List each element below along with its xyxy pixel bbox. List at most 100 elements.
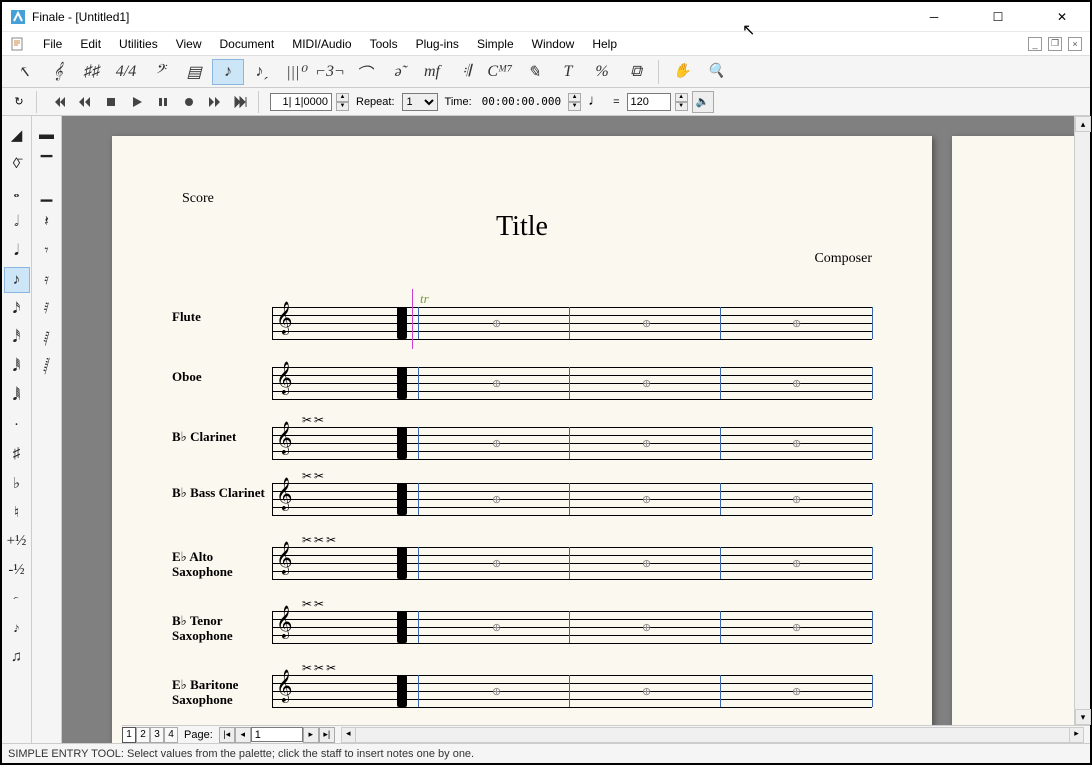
page-number-input[interactable] xyxy=(251,727,303,742)
score-page-2[interactable]: Fl.Ob.Cl.B. ClA. SaT. SaB. Sa xyxy=(952,136,1090,743)
clef-tool[interactable]: 𝄢 xyxy=(144,59,176,85)
note-cluster[interactable] xyxy=(397,675,407,707)
first-page-button[interactable]: |◂ xyxy=(219,727,235,743)
measure-tool[interactable]: ▤ xyxy=(178,59,210,85)
rewind-button[interactable] xyxy=(74,91,96,113)
tie-tool[interactable]: 𝆣 xyxy=(4,586,30,612)
rewind-start-button[interactable] xyxy=(48,91,70,113)
note-cluster[interactable] xyxy=(397,307,407,339)
dot-tool[interactable]: · xyxy=(4,412,30,438)
counter-down-button[interactable]: ▼ xyxy=(336,102,349,111)
score-canvas[interactable]: Score Title Composer Flute𝄞⊕⊕⊕trOboe𝄞⊕⊕⊕… xyxy=(62,116,1090,743)
staff-flute[interactable]: Flute𝄞⊕⊕⊕tr xyxy=(172,301,872,361)
thirtysecond-rest-tool[interactable]: 𝅀 xyxy=(34,296,60,322)
simple-entry-tool[interactable]: ♪ xyxy=(212,59,244,85)
staff-b--clarinet[interactable]: B♭ Clarinet𝄞✂✂⊕⊕⊕ xyxy=(172,421,872,477)
whole-rest-tool[interactable]: ▔ xyxy=(34,151,60,177)
selection-tool[interactable]: ↖ xyxy=(8,59,40,85)
tempo-down-button[interactable]: ▼ xyxy=(675,102,688,111)
menu-file[interactable]: File xyxy=(34,34,71,54)
repeat-select[interactable]: 1 xyxy=(402,93,438,111)
thirtysecond-note-tool[interactable]: 𝅘𝅥𝅰 xyxy=(4,325,30,351)
smartshape-tool[interactable]: ⌒ xyxy=(348,59,380,85)
sixteenth-note-tool[interactable]: 𝅘𝅥𝅯 xyxy=(4,296,30,322)
note-cluster[interactable] xyxy=(397,427,407,459)
half-note-tool[interactable]: 𝅗𝅥 xyxy=(4,209,30,235)
time-down-button[interactable]: ▼ xyxy=(568,102,581,111)
stop-button[interactable] xyxy=(100,91,122,113)
half-sharp-tool[interactable]: +½ xyxy=(4,528,30,554)
layout-tab-4[interactable]: 4 xyxy=(164,727,178,743)
tempo-up-button[interactable]: ▲ xyxy=(675,93,688,102)
quarter-rest-tool[interactable]: 𝄽 xyxy=(34,209,60,235)
menu-plugins[interactable]: Plug-ins xyxy=(407,34,468,54)
menu-help[interactable]: Help xyxy=(583,34,626,54)
eighth-note-tool[interactable]: ♪ xyxy=(4,267,30,293)
staff-e--alto-saxophone[interactable]: E♭ Alto Saxophone𝄞✂✂✂⊕⊕⊕ xyxy=(172,541,872,605)
measure-counter-input[interactable] xyxy=(270,93,332,111)
lyrics-tool[interactable]: ✎ xyxy=(518,59,550,85)
natural-tool[interactable]: ♮ xyxy=(4,499,30,525)
half-rest-tool[interactable]: ▁ xyxy=(34,180,60,206)
record-button[interactable] xyxy=(178,91,200,113)
mdi-restore-button[interactable]: ❐ xyxy=(1048,37,1062,51)
menu-tools[interactable]: Tools xyxy=(361,34,407,54)
sharp-tool[interactable]: ♯ xyxy=(4,441,30,467)
layout-tab-1[interactable]: 1 xyxy=(122,727,136,743)
zoom-tool[interactable]: 🔍 xyxy=(700,59,732,85)
hand-grabber-tool[interactable]: ✋ xyxy=(666,59,698,85)
note-cluster[interactable] xyxy=(397,547,407,579)
audio-speaker-button[interactable]: 🔈 xyxy=(692,91,714,113)
staff-e--baritone-saxophone[interactable]: E♭ Baritone Saxophone𝄞✂✂✂⊕⊕⊕ xyxy=(172,669,872,733)
menu-midiaudio[interactable]: MIDI/Audio xyxy=(283,34,360,54)
hyperscribe-tool[interactable]: |||⁰ xyxy=(280,59,312,85)
quarter-note-tool[interactable]: 𝅘𝅥 xyxy=(4,238,30,264)
last-page-button[interactable]: ▸| xyxy=(319,727,335,743)
breve-rest-tool[interactable]: ▬ xyxy=(34,122,60,148)
key-sig-tool[interactable]: ♯♯ xyxy=(76,59,108,85)
resize-tool[interactable]: % xyxy=(586,59,618,85)
sixtyfourth-note-tool[interactable]: 𝅘𝅥𝅱 xyxy=(4,354,30,380)
staff-oboe[interactable]: Oboe𝄞⊕⊕⊕ xyxy=(172,361,872,421)
sixteenth-rest-tool[interactable]: 𝄿 xyxy=(34,267,60,293)
time-up-button[interactable]: ▲ xyxy=(568,93,581,102)
play-button[interactable] xyxy=(126,91,148,113)
forward-button[interactable] xyxy=(204,91,226,113)
score-composer[interactable]: Composer xyxy=(814,251,872,267)
menu-window[interactable]: Window xyxy=(523,34,584,54)
onetwentyeighth-note-tool[interactable]: 𝅘𝅥𝅲 xyxy=(4,383,30,409)
score-title[interactable]: Title xyxy=(112,211,932,243)
note-cluster[interactable] xyxy=(397,367,407,399)
menu-view[interactable]: View xyxy=(167,34,211,54)
text-tool[interactable]: T xyxy=(552,59,584,85)
trill-marking[interactable]: tr xyxy=(420,291,429,307)
menu-document[interactable]: Document xyxy=(211,34,284,54)
onetwentyeighth-rest-tool[interactable]: 𝅂 xyxy=(34,354,60,380)
horizontal-scrollbar[interactable]: ◂ ▸ xyxy=(341,727,1084,743)
note-cluster[interactable] xyxy=(397,611,407,643)
minimize-button[interactable]: ─ xyxy=(914,3,954,31)
maximize-button[interactable]: ☐ xyxy=(978,3,1018,31)
half-flat-tool[interactable]: -½ xyxy=(4,557,30,583)
score-page-1[interactable]: Score Title Composer Flute𝄞⊕⊕⊕trOboe𝄞⊕⊕⊕… xyxy=(112,136,932,743)
prev-page-button[interactable]: ◂ xyxy=(235,727,251,743)
layout-tab-2[interactable]: 2 xyxy=(136,727,150,743)
menu-edit[interactable]: Edit xyxy=(71,34,110,54)
hscroll-right-button[interactable]: ▸ xyxy=(1069,728,1083,742)
sixtyfourth-rest-tool[interactable]: 𝅁 xyxy=(34,325,60,351)
vertical-scrollbar[interactable]: ▴ ▾ xyxy=(1074,116,1090,725)
score-header-label[interactable]: Score xyxy=(182,191,214,207)
menu-simple[interactable]: Simple xyxy=(468,34,523,54)
hscroll-left-button[interactable]: ◂ xyxy=(342,728,356,742)
playback-settings-button[interactable]: ↻ xyxy=(8,91,30,113)
tuplet-entry-tool[interactable]: ♫ xyxy=(4,644,30,670)
staff-b--tenor-saxophone[interactable]: B♭ Tenor Saxophone𝄞✂✂⊕⊕⊕ xyxy=(172,605,872,669)
articulation-tool[interactable]: ə̃ xyxy=(382,59,414,85)
eighth-rest-tool[interactable]: 𝄾 xyxy=(34,238,60,264)
eraser-tool[interactable]: ◢ xyxy=(4,122,30,148)
double-whole-tool[interactable]: ◊̄ xyxy=(4,151,30,177)
mdi-close-button[interactable]: × xyxy=(1068,37,1082,51)
pause-button[interactable] xyxy=(152,91,174,113)
whole-note-tool[interactable]: 𝅝 xyxy=(4,180,30,206)
next-page-button[interactable]: ▸ xyxy=(303,727,319,743)
